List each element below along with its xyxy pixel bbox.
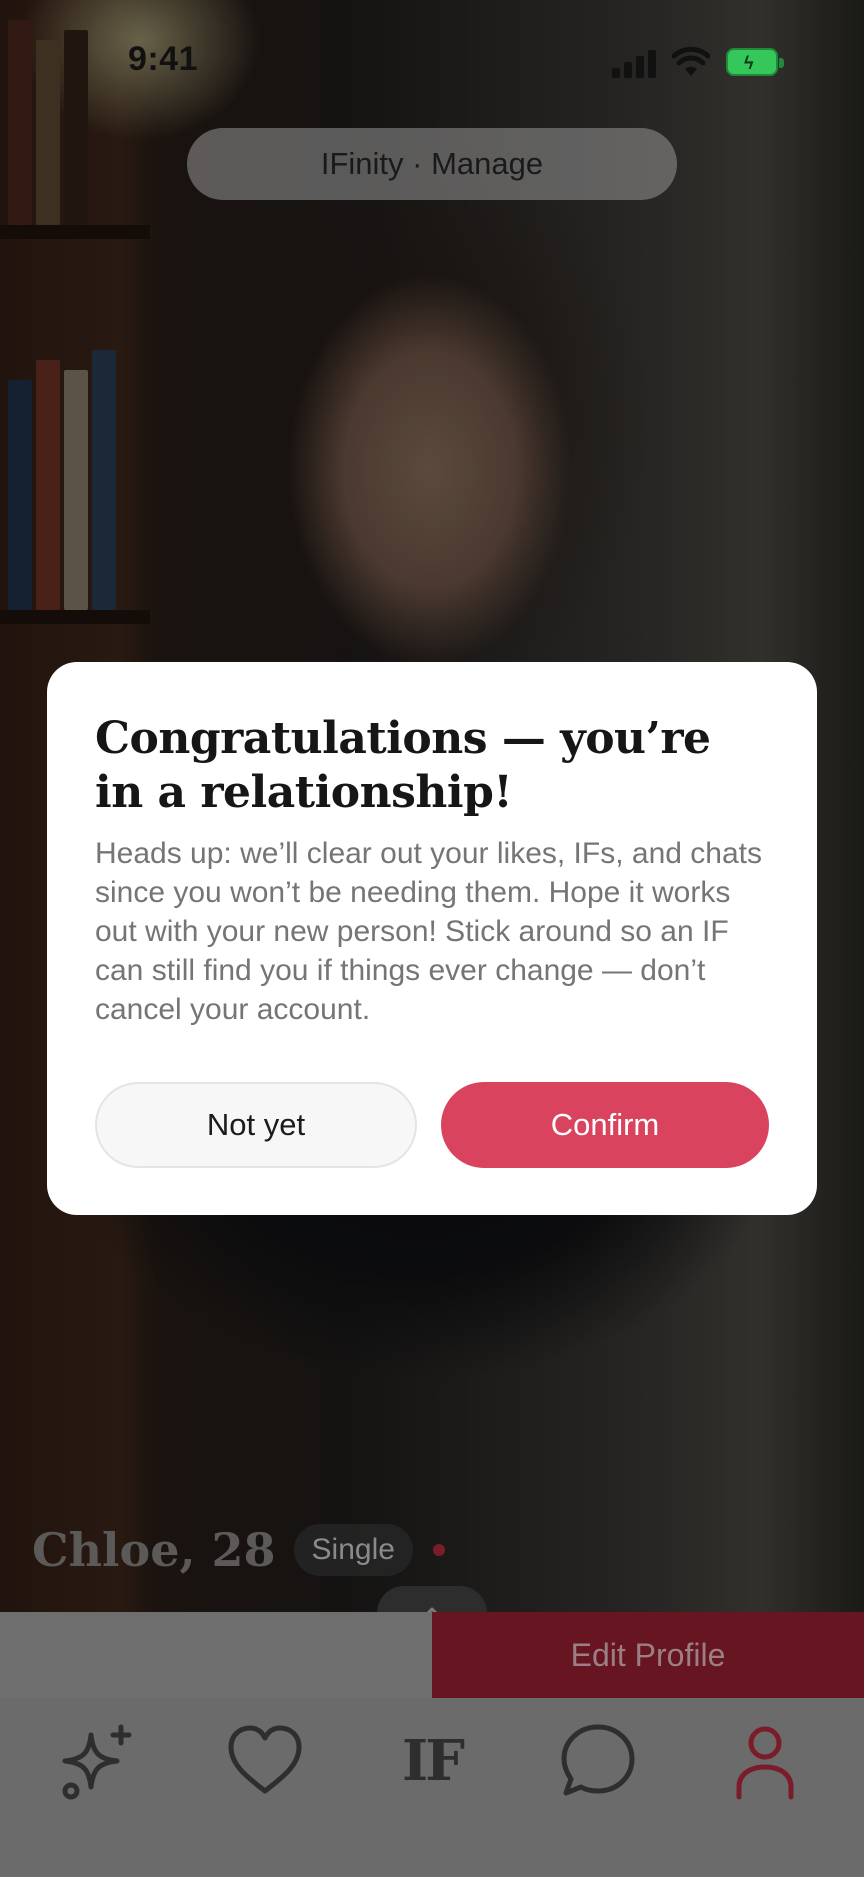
nav-item-profile[interactable] (720, 1716, 810, 1806)
edit-profile-button[interactable]: Edit Profile (432, 1612, 864, 1698)
battery-icon: ϟ (726, 48, 784, 76)
manage-pill-label: IFinity · Manage (320, 146, 544, 181)
action-bar-left (0, 1612, 432, 1698)
if-logo: IF (402, 1728, 465, 1794)
relationship-status-badge[interactable]: Single (293, 1524, 413, 1576)
sparkle-icon (62, 1724, 132, 1800)
profile-name-row: Chloe, 28 Single (32, 1522, 445, 1578)
heart-icon (228, 1725, 302, 1794)
not-yet-button[interactable]: Not yet (95, 1082, 417, 1168)
relationship-confirm-dialog: Congratulations — you’re in a relationsh… (47, 662, 817, 1215)
cellular-signal-icon (612, 50, 658, 78)
nav-item-if[interactable]: IF (387, 1716, 477, 1806)
manage-pill[interactable]: IFinity · Manage (187, 128, 677, 200)
chat-bubble-icon (561, 1724, 635, 1796)
dialog-title: Congratulations — you’re in a relationsh… (95, 713, 711, 818)
dialog-button-row: Not yet Confirm (95, 1082, 769, 1168)
nav-item-discover[interactable] (54, 1716, 144, 1806)
profile-icon (736, 1726, 794, 1800)
wifi-icon (672, 46, 710, 76)
dialog-message: Heads up: we’ll clear out your likes, IF… (95, 837, 762, 1026)
nav-item-likes[interactable] (220, 1716, 310, 1806)
nav-item-chats[interactable] (553, 1716, 643, 1806)
edit-profile-label: Edit Profile (570, 1636, 726, 1673)
bottom-nav: IF (0, 1698, 864, 1877)
profile-name: Chloe, 28 (32, 1523, 276, 1577)
confirm-button[interactable]: Confirm (441, 1082, 769, 1168)
profile-screen: 9:41 ϟ IFinity · Manage Chloe, 28 Single (0, 0, 864, 1877)
status-dot (432, 1544, 445, 1556)
status-time: 9:41 (128, 40, 199, 78)
status-bar: 9:41 ϟ (0, 0, 864, 120)
